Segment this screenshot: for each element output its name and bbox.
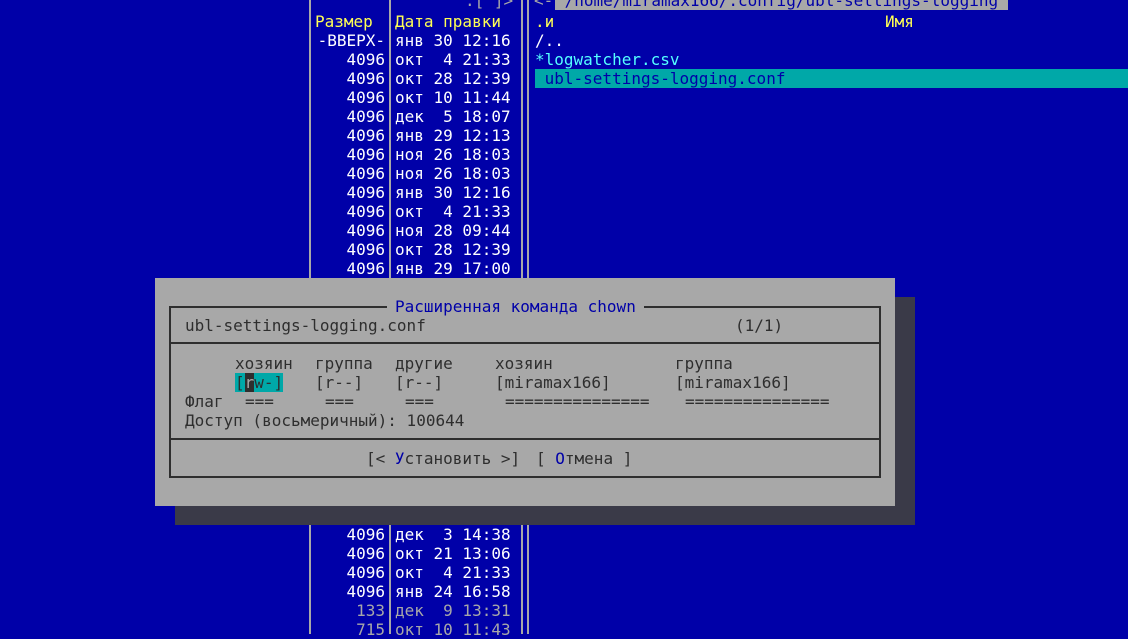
file-size[interactable]: 715 xyxy=(311,620,385,639)
file-date[interactable]: окт 10 11:44 xyxy=(395,88,511,107)
sort-indicator[interactable]: .и xyxy=(535,12,554,31)
set-button-rest: становить >] xyxy=(404,449,521,468)
file-size[interactable]: -ВВЕРХ- xyxy=(311,31,385,50)
file-size[interactable]: 4096 xyxy=(311,240,385,259)
flag-other: === xyxy=(405,392,434,411)
file-date[interactable]: окт 4 21:33 xyxy=(395,50,511,69)
group-name-button[interactable]: [miramax166] xyxy=(675,373,791,392)
size-column-header[interactable]: Размер xyxy=(315,12,373,31)
file-size[interactable]: 4096 xyxy=(311,582,385,601)
file-date[interactable]: окт 21 13:06 xyxy=(395,544,511,563)
file-date[interactable]: окт 4 21:33 xyxy=(395,202,511,221)
file-date[interactable]: янв 29 17:00 xyxy=(395,259,511,278)
owner-name-header: хозяин xyxy=(495,354,553,373)
name-column-header[interactable]: Имя xyxy=(885,12,914,31)
list-item-logwatcher[interactable]: *logwatcher.csv xyxy=(535,50,680,69)
flag-group: === xyxy=(325,392,354,411)
file-size[interactable]: 4096 xyxy=(311,107,385,126)
dialog-title: Расширенная команда chown xyxy=(387,297,644,316)
file-size[interactable]: 4096 xyxy=(311,164,385,183)
date-column-header[interactable]: Дата правки xyxy=(395,12,501,31)
file-date[interactable]: янв 29 12:13 xyxy=(395,126,511,145)
file-size[interactable]: 4096 xyxy=(311,126,385,145)
flag-owner-name: =============== xyxy=(505,392,650,411)
list-item-selected-file[interactable]: ubl-settings-logging.conf xyxy=(535,69,1128,88)
set-button-open: [< xyxy=(366,449,395,468)
file-date[interactable]: окт 4 21:33 xyxy=(395,563,511,582)
file-size[interactable]: 4096 xyxy=(311,259,385,278)
other-perm-header: другие xyxy=(395,354,453,373)
cancel-button-hotkey: О xyxy=(555,449,565,468)
file-size[interactable]: 4096 xyxy=(311,563,385,582)
left-panel-indicator[interactable]: .[ ]> xyxy=(465,0,513,10)
flag-owner: === xyxy=(245,392,274,411)
current-path: /home/miramax166/.config/ubl-settings-lo… xyxy=(555,0,1008,10)
file-size[interactable]: 4096 xyxy=(311,183,385,202)
nav-back-indicator[interactable]: <- xyxy=(534,0,553,10)
flag-group-name: =============== xyxy=(685,392,830,411)
file-date[interactable]: окт 28 12:39 xyxy=(395,69,511,88)
file-size[interactable]: 4096 xyxy=(311,525,385,544)
file-date[interactable]: ноя 26 18:03 xyxy=(395,164,511,183)
group-name-header: группа xyxy=(675,354,733,373)
group-perm-button[interactable]: [r--] xyxy=(315,373,363,392)
file-date[interactable]: ноя 26 18:03 xyxy=(395,145,511,164)
file-date[interactable]: янв 24 16:58 xyxy=(395,582,511,601)
group-perm-header: группа xyxy=(315,354,373,373)
flag-label: Флаг xyxy=(185,392,224,411)
set-button[interactable]: [< Установить >] xyxy=(366,449,520,468)
file-date[interactable]: ноя 28 09:44 xyxy=(395,221,511,240)
other-perm-button[interactable]: [r--] xyxy=(395,373,443,392)
file-size[interactable]: 4096 xyxy=(311,69,385,88)
dialog-frame-bottom xyxy=(169,438,881,478)
owner-perm-rest: w-] xyxy=(254,373,284,392)
cancel-button[interactable]: [ Отмена ] xyxy=(536,449,632,468)
file-size[interactable]: 4096 xyxy=(311,145,385,164)
set-button-hotkey: У xyxy=(394,449,405,468)
file-date[interactable]: дек 5 18:07 xyxy=(395,107,511,126)
octal-access: Доступ (восьмеричный): 100644 xyxy=(185,411,465,430)
file-date[interactable]: окт 10 11:43 xyxy=(395,620,511,639)
list-item-parent-dir[interactable]: /.. xyxy=(535,31,564,50)
dialog-counter: (1/1) xyxy=(735,316,784,335)
dialog-filename: ubl-settings-logging.conf xyxy=(185,316,426,335)
file-size[interactable]: 133 xyxy=(311,601,385,620)
file-date[interactable]: янв 30 12:16 xyxy=(395,183,511,202)
cancel-button-open: [ xyxy=(536,449,556,468)
chown-dialog: Расширенная команда chown ubl-settings-l… xyxy=(155,278,895,506)
file-size[interactable]: 4096 xyxy=(311,202,385,221)
file-size[interactable]: 4096 xyxy=(311,88,385,107)
owner-name-button[interactable]: [miramax166] xyxy=(495,373,611,392)
owner-perm-button[interactable]: [rw-] xyxy=(235,373,284,392)
file-size[interactable]: 4096 xyxy=(311,221,385,240)
file-date[interactable]: янв 30 12:16 xyxy=(395,31,511,50)
owner-perm-header: хозяин xyxy=(235,354,293,373)
file-date[interactable]: окт 28 12:39 xyxy=(395,240,511,259)
owner-perm-open: [ xyxy=(235,373,245,392)
file-date[interactable]: дек 9 13:31 xyxy=(395,601,511,620)
file-date[interactable]: дек 3 14:38 xyxy=(395,525,511,544)
file-size[interactable]: 4096 xyxy=(311,50,385,69)
cancel-button-rest: тмена ] xyxy=(564,449,633,468)
owner-perm-cursor: r xyxy=(244,373,255,392)
file-size[interactable]: 4096 xyxy=(311,544,385,563)
